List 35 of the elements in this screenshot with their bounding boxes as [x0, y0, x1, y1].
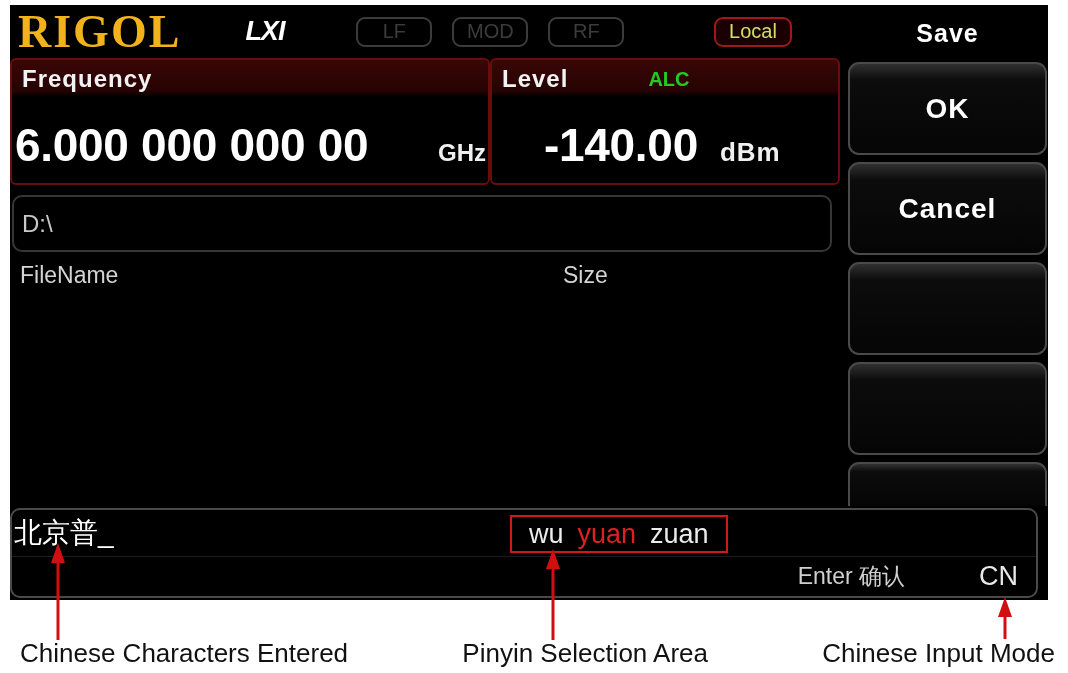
panel-label: Level: [502, 65, 569, 93]
frequency-unit: GHz: [438, 141, 487, 165]
column-header: FileName: [20, 262, 119, 289]
softkey[interactable]: [848, 362, 1047, 455]
status-indicator: Local: [714, 16, 792, 47]
annotation-label: Chinese Characters Entered: [20, 638, 349, 668]
column-header: Size: [563, 262, 608, 289]
key-hint: Enter 确认: [797, 562, 905, 591]
level-unit: dBm: [719, 139, 781, 165]
softkey[interactable]: [848, 462, 1047, 506]
frequency-value: 6.000 000 000 00: [15, 122, 369, 168]
pinyin-candidate[interactable]: yuan: [577, 518, 637, 550]
panel-label: Frequency: [22, 65, 153, 93]
status-indicator: MOD: [452, 16, 529, 47]
annotation-label: Chinese Input Mode: [822, 638, 1055, 668]
softkey[interactable]: OK: [848, 62, 1047, 155]
lxi-logo: LXI: [245, 16, 285, 47]
input-mode: CN: [979, 561, 1018, 592]
input-text: 北京普_: [14, 516, 115, 550]
status-indicator: RF: [548, 16, 625, 47]
pinyin-candidate[interactable]: zuan: [650, 518, 709, 550]
pinyin-candidate[interactable]: wu: [529, 518, 564, 550]
level-value: -140.00: [544, 122, 698, 168]
status-indicator: LF: [356, 16, 433, 47]
level-panel[interactable]: Level ALC -140.00 dBm: [490, 58, 840, 185]
menu-title: Save: [915, 18, 980, 49]
softkey[interactable]: [848, 262, 1047, 355]
alc-indicator: ALC: [648, 67, 690, 91]
annotation-label: Pinyin Selection Area: [462, 638, 709, 668]
pointer-arrow: [998, 597, 1012, 639]
frequency-panel[interactable]: Frequency 6.000 000 000 00 GHz: [10, 58, 490, 185]
path-field[interactable]: D:\: [12, 195, 832, 252]
brand-logo: RIGOL: [18, 8, 182, 55]
input-bar[interactable]: 北京普_ wu yuan zuan Enter 确认 CN: [10, 508, 1038, 598]
softkey[interactable]: Cancel: [848, 162, 1047, 255]
